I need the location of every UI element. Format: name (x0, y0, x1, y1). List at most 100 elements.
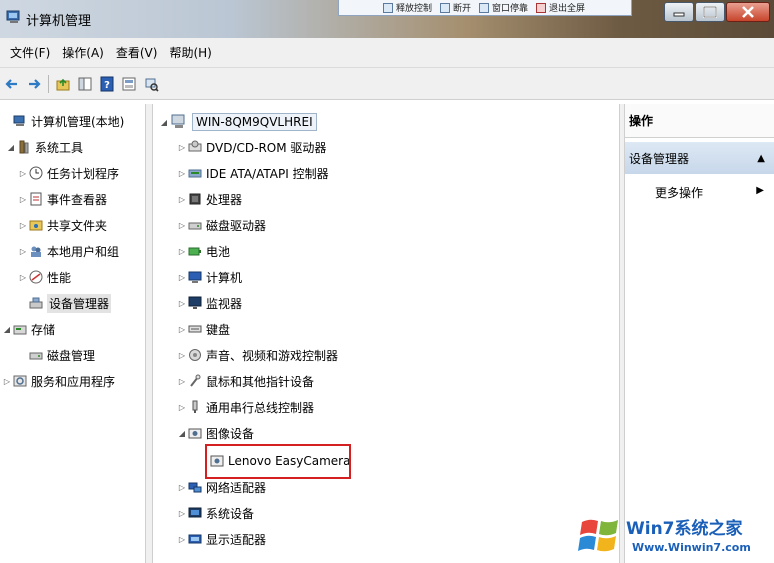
tree-item-local-users[interactable]: ▷ 本地用户和组 (18, 240, 119, 262)
expand-arrow-icon[interactable]: ▷ (177, 351, 187, 360)
watermark: Win7系统之家 Www.Winwin7.com (574, 508, 774, 563)
menu-file[interactable]: 文件(F) (4, 44, 56, 61)
device-category-display[interactable]: ▷ 显示适配器 (177, 528, 266, 550)
expand-arrow-icon[interactable]: ▷ (177, 221, 187, 230)
svg-text:?: ? (104, 80, 110, 91)
menu-view[interactable]: 查看(V) (110, 44, 164, 61)
expand-arrow-icon[interactable]: ▷ (2, 377, 12, 386)
expand-arrow-icon[interactable]: ▷ (177, 403, 187, 412)
properties-icon (122, 77, 136, 90)
menu-help[interactable]: 帮助(H) (163, 44, 217, 61)
submenu-arrow-icon[interactable]: ▶ (756, 185, 764, 196)
release-control-button[interactable]: 释放控制 (383, 1, 432, 14)
imaging-device-icon (187, 425, 203, 441)
back-button[interactable] (2, 73, 22, 95)
device-category-disk[interactable]: ▷ 磁盘驱动器 (177, 214, 266, 236)
collapse-arrow-icon[interactable]: ◢ (159, 118, 169, 127)
display-adapter-icon (187, 531, 203, 547)
actions-panel: 操作 设备管理器 ▲ 更多操作 ▶ (624, 104, 774, 563)
disk-drive-icon (187, 217, 203, 233)
tree-item-disk-management[interactable]: 磁盘管理 (18, 344, 95, 366)
expand-arrow-icon[interactable]: ▷ (177, 509, 187, 518)
device-category-system[interactable]: ▷ 系统设备 (177, 502, 254, 524)
mouse-icon (187, 373, 203, 389)
tree-item-task-scheduler[interactable]: ▷ 任务计划程序 (18, 162, 119, 184)
device-root[interactable]: ◢ WIN-8QM9QVLHREI (159, 110, 317, 134)
device-category-computer[interactable]: ▷ 计算机 (177, 266, 242, 288)
tree-item-system-tools[interactable]: ◢ 系统工具 (6, 136, 83, 158)
computer-management-icon (12, 113, 28, 129)
expand-arrow-icon[interactable]: ▷ (18, 221, 28, 230)
up-level-button[interactable] (53, 73, 73, 95)
expand-arrow-icon[interactable]: ▷ (177, 273, 187, 282)
help-icon: ? (100, 76, 114, 91)
disconnect-button[interactable]: 断开 (440, 1, 471, 14)
expand-arrow-icon[interactable]: ▷ (177, 247, 187, 256)
collapse-arrow-icon[interactable]: ◢ (6, 143, 16, 152)
tree-item-event-viewer[interactable]: ▷ 事件查看器 (18, 188, 107, 210)
actions-header: 操作 (625, 104, 774, 138)
tree-item-shared-folders[interactable]: ▷ 共享文件夹 (18, 214, 107, 236)
device-category-battery[interactable]: ▷ 电池 (177, 240, 230, 262)
tree-item-computer-management[interactable]: 计算机管理(本地) (2, 110, 124, 132)
device-category-imaging[interactable]: ◢ 图像设备 (177, 422, 254, 444)
device-manager-icon (28, 295, 44, 311)
device-category-monitor[interactable]: ▷ 监视器 (177, 292, 242, 314)
tree-item-device-manager[interactable]: 设备管理器 (18, 292, 112, 314)
device-category-dvd[interactable]: ▷ DVD/CD-ROM 驱动器 (177, 136, 326, 158)
toolbar: ? (0, 68, 774, 100)
maximize-button[interactable] (695, 2, 725, 22)
expand-arrow-icon[interactable]: ▷ (177, 483, 187, 492)
watermark-url: Www.Winwin7.com (632, 541, 751, 554)
computer-root-icon (169, 112, 189, 132)
performance-icon (28, 269, 44, 285)
actions-section-device-manager[interactable]: 设备管理器 ▲ (625, 142, 774, 174)
more-actions-link[interactable]: 更多操作 (655, 184, 703, 201)
windows-logo-icon (578, 519, 618, 552)
forward-button[interactable] (24, 73, 44, 95)
exit-fullscreen-button[interactable]: 退出全屏 (536, 1, 585, 14)
scan-hardware-button[interactable] (141, 73, 161, 95)
device-category-mouse[interactable]: ▷ 鼠标和其他指针设备 (177, 370, 314, 392)
minimize-icon (673, 12, 685, 17)
properties-button[interactable] (119, 73, 139, 95)
exit-fullscreen-icon (536, 2, 547, 13)
expand-arrow-icon[interactable]: ▷ (18, 195, 28, 204)
dock-window-button[interactable]: 窗口停靠 (479, 1, 528, 14)
device-category-usb[interactable]: ▷ 通用串行总线控制器 (177, 396, 314, 418)
device-category-network[interactable]: ▷ 网络适配器 (177, 476, 266, 498)
expand-arrow-icon[interactable]: ▷ (177, 377, 187, 386)
minimize-button[interactable] (664, 2, 694, 22)
tree-item-services-apps[interactable]: ▷ 服务和应用程序 (2, 370, 115, 392)
tree-item-performance[interactable]: ▷ 性能 (18, 266, 71, 288)
expand-arrow-icon[interactable]: ▷ (177, 169, 187, 178)
collapse-arrow-icon[interactable]: ◢ (177, 429, 187, 438)
clock-icon (28, 165, 44, 181)
forward-arrow-icon (29, 78, 41, 89)
sound-icon (187, 347, 203, 363)
menu-action[interactable]: 操作(A) (56, 44, 110, 61)
collapse-arrow-icon[interactable]: ◢ (2, 325, 12, 334)
remote-control-bar: 释放控制 断开 窗口停靠 退出全屏 (338, 0, 632, 16)
disk-management-icon (28, 347, 44, 363)
tree-item-storage[interactable]: ◢ 存储 (2, 318, 55, 340)
help-button[interactable]: ? (97, 73, 117, 95)
device-category-sound[interactable]: ▷ 声音、视频和游戏控制器 (177, 344, 338, 366)
close-button[interactable] (726, 2, 770, 22)
expand-arrow-icon[interactable]: ▷ (177, 325, 187, 334)
show-hide-tree-button[interactable] (75, 73, 95, 95)
device-category-ide[interactable]: ▷ IDE ATA/ATAPI 控制器 (177, 162, 329, 184)
expand-arrow-icon[interactable]: ▷ (177, 143, 187, 152)
system-device-icon (187, 505, 203, 521)
expand-arrow-icon[interactable]: ▷ (18, 169, 28, 178)
device-list-panel: ◢ WIN-8QM9QVLHREI ▷ DVD/CD-ROM 驱动器 ▷ IDE… (152, 104, 620, 563)
expand-arrow-icon[interactable]: ▷ (18, 273, 28, 282)
back-arrow-icon (5, 78, 17, 89)
collapse-up-icon[interactable]: ▲ (757, 153, 765, 164)
device-category-keyboard[interactable]: ▷ 键盘 (177, 318, 230, 340)
device-category-processor[interactable]: ▷ 处理器 (177, 188, 242, 210)
expand-arrow-icon[interactable]: ▷ (177, 195, 187, 204)
expand-arrow-icon[interactable]: ▷ (177, 535, 187, 544)
expand-arrow-icon[interactable]: ▷ (18, 247, 28, 256)
expand-arrow-icon[interactable]: ▷ (177, 299, 187, 308)
